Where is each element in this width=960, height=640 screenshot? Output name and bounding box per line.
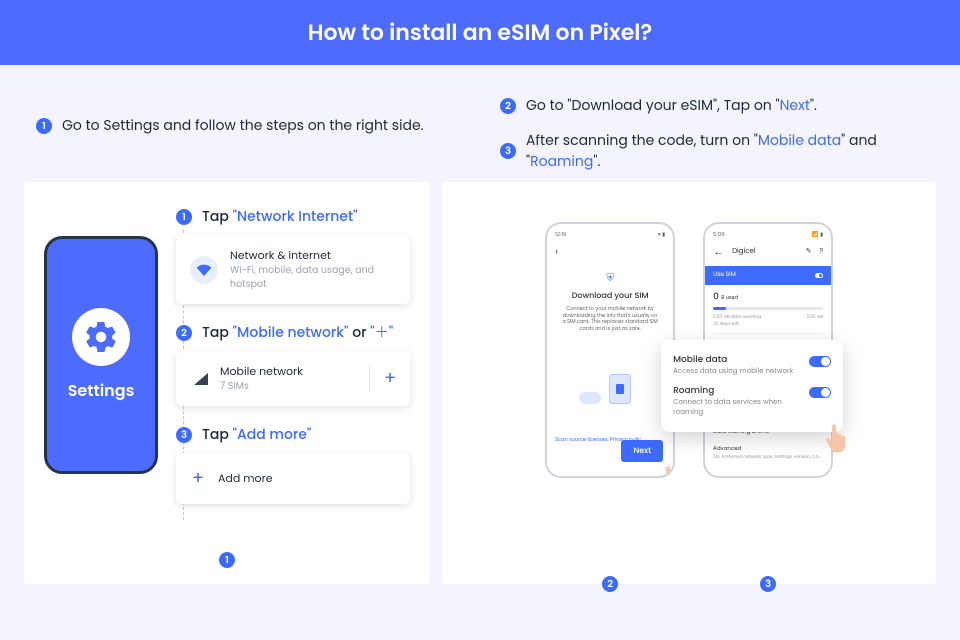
panel-number-badge: 1: [219, 552, 235, 568]
mobile-data-sub: Access data using mobile network: [673, 367, 801, 377]
step-badge: 1: [36, 118, 52, 134]
step-badge: 2: [176, 325, 192, 341]
instruction-2: 2 Go to "Download your eSIM", Tap on "Ne…: [500, 95, 924, 116]
panel-number-badge: 2: [602, 576, 618, 592]
card-add-more[interactable]: + Add more: [176, 453, 410, 504]
wifi-icon: [190, 256, 218, 284]
page-title: How to install an eSIM on Pixel?: [308, 16, 653, 49]
row-advanced[interactable]: Advanced5G, Preferred network type, Sett…: [713, 442, 823, 466]
carrier-name: Digicel: [732, 247, 755, 257]
shield-icon: ⛨: [555, 270, 665, 286]
usage-limit: 2.00 GB: [806, 313, 823, 327]
steps-column: 1 Tap "Network Internet" Network & inter…: [176, 206, 410, 560]
plus-icon[interactable]: +: [369, 365, 396, 392]
use-sim-row[interactable]: Use SIM: [705, 266, 831, 285]
card-title: Network & internet: [230, 247, 396, 264]
page-header: How to install an eSIM on Pixel?: [0, 0, 960, 65]
step-badge: 1: [176, 209, 192, 225]
instructions-row: 1 Go to Settings and follow the steps on…: [0, 65, 960, 182]
usage-block: 0 B used 2.00 GB data warning 30 days le…: [713, 285, 823, 333]
status-time: 12:19: [555, 230, 566, 239]
usage-days: 30 days left: [713, 320, 761, 327]
phone-settings-mock: Settings: [44, 236, 158, 474]
instruction-3: 3 After scanning the code, turn on "Mobi…: [500, 130, 924, 172]
toggle-roaming[interactable]: [809, 387, 831, 398]
back-icon[interactable]: ‹: [555, 243, 665, 260]
sim-icon: [609, 374, 631, 404]
step-3: 3 Tap "Add more" + Add more: [176, 424, 410, 504]
step-badge: 2: [500, 98, 516, 114]
cloud-icon: [579, 392, 601, 404]
usage-warning: 2.00 GB data warning: [713, 313, 761, 320]
group-carrier: 5:09 📶 ▮ ← Digicel ✎? Use SIM 0 B used 2.00…: [703, 222, 833, 560]
panels-row: Settings 1 Tap "Network Internet" Networ…: [0, 182, 960, 584]
group-download: 12:19 ▾ ▮ ‹ ⛨ Download your SIM Connect t…: [545, 222, 675, 560]
help-icon[interactable]: ?: [819, 247, 823, 257]
mobile-data-label: Mobile data: [673, 354, 801, 367]
toggle-on-icon[interactable]: [815, 273, 823, 278]
step-1: 1 Tap "Network Internet" Network & inter…: [176, 206, 410, 304]
panel-number-badge: 3: [760, 576, 776, 592]
instruction-text: Go to Settings and follow the steps on t…: [62, 115, 424, 136]
gear-icon: [72, 308, 130, 366]
instruction-1: 1 Go to Settings and follow the steps on…: [36, 115, 460, 136]
instruction-text: After scanning the code, turn on "Mobile…: [526, 130, 924, 172]
card-mobile-network[interactable]: Mobile network 7 SIMs +: [176, 351, 410, 406]
overlay-toggles: Mobile data Access data using mobile net…: [661, 340, 843, 432]
usage-bar: [713, 307, 823, 310]
panel-settings-steps: Settings 1 Tap "Network Internet" Networ…: [24, 182, 430, 584]
step-badge: 3: [500, 143, 516, 159]
edit-icon[interactable]: ✎: [806, 247, 812, 257]
back-icon[interactable]: ←: [713, 243, 724, 260]
step-label: Tap "Mobile network" or "＋": [202, 322, 393, 343]
roaming-sub: Connect to data services when roaming: [673, 398, 801, 418]
step-badge: 3: [176, 427, 192, 443]
row-roaming[interactable]: Roaming Connect to data services when ro…: [673, 381, 831, 422]
usage-amount: 0 B used: [713, 291, 738, 303]
instruction-text: Go to "Download your eSIM", Tap on "Next…: [526, 95, 817, 116]
download-title: Download your SIM: [555, 290, 665, 302]
cursor-hand-icon: [659, 462, 675, 478]
step-label: Tap "Add more": [202, 424, 311, 445]
status-icons: ▾ ▮: [658, 230, 665, 239]
step-label: Tap "Network Internet": [202, 206, 358, 227]
phone-settings-label: Settings: [68, 378, 135, 403]
sim-illustration: [575, 368, 645, 414]
card-network-internet[interactable]: Network & internet Wi-Fi, mobile, data u…: [176, 235, 410, 304]
status-icons: 📶 ▮: [812, 230, 823, 239]
card-title: Add more: [218, 470, 273, 487]
phone-download-sim: 12:19 ▾ ▮ ‹ ⛨ Download your SIM Connect t…: [545, 222, 675, 478]
plus-icon: +: [190, 465, 206, 492]
signal-icon: [194, 373, 208, 385]
card-title: Mobile network: [220, 363, 303, 380]
download-desc: Connect to your mobile network by downlo…: [555, 306, 665, 332]
status-time: 5:09: [713, 230, 725, 239]
next-button[interactable]: Next: [621, 440, 663, 462]
use-sim-label: Use SIM: [713, 271, 736, 280]
toggle-mobile-data[interactable]: [809, 356, 831, 367]
step-2: 2 Tap "Mobile network" or "＋" Mobile net…: [176, 322, 410, 406]
roaming-label: Roaming: [673, 385, 801, 398]
card-subtitle: 7 SIMs: [220, 380, 303, 394]
panel-screens: 12:19 ▾ ▮ ‹ ⛨ Download your SIM Connect t…: [442, 182, 936, 584]
row-mobile-data[interactable]: Mobile data Access data using mobile net…: [673, 350, 831, 381]
card-subtitle: Wi-Fi, mobile, data usage, and hotspot: [230, 264, 396, 292]
